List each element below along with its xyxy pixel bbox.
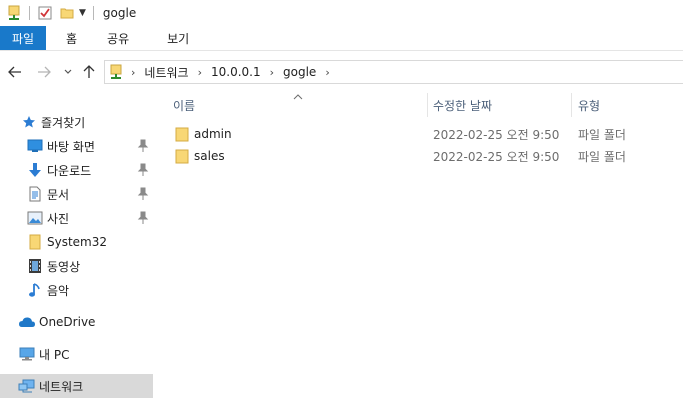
- tab-file[interactable]: 파일: [0, 26, 46, 50]
- customize-toolbar-icon[interactable]: ▼: [79, 8, 86, 18]
- music-icon: [26, 281, 44, 299]
- breadcrumb-chevron-icon[interactable]: ›: [198, 66, 202, 79]
- breadcrumb-network[interactable]: 네트워크: [144, 64, 188, 81]
- table-row[interactable]: admin 2022-02-25 오전 9:50 파일 폴더: [173, 123, 673, 145]
- navigation-row: › 네트워크 › 10.0.0.1 › gogle ›: [0, 51, 683, 93]
- folder-icon: [175, 123, 189, 145]
- download-icon: [26, 161, 44, 179]
- nav-label: 사진: [47, 211, 70, 226]
- tab-share[interactable]: 공유: [91, 26, 143, 50]
- column-divider[interactable]: [571, 93, 572, 117]
- table-row[interactable]: sales 2022-02-25 오전 9:50 파일 폴더: [173, 145, 673, 167]
- nav-label: 내 PC: [39, 347, 70, 362]
- nav-item-this-pc[interactable]: 내 PC: [18, 342, 153, 366]
- pin-icon[interactable]: [137, 187, 149, 201]
- nav-label: 즐겨찾기: [41, 115, 86, 130]
- title-bar: ▼ gogle: [0, 0, 683, 26]
- tab-home[interactable]: 홈: [46, 26, 91, 50]
- desktop-icon: [26, 137, 44, 155]
- tab-view[interactable]: 보기: [143, 26, 203, 50]
- title-separator: [29, 6, 30, 20]
- nav-item-pictures[interactable]: 사진: [26, 206, 153, 230]
- nav-label: 문서: [47, 187, 70, 202]
- network-icon: [18, 377, 36, 395]
- nav-item-videos[interactable]: 동영상: [26, 254, 153, 278]
- title-separator: [92, 6, 94, 20]
- column-header-name[interactable]: 이름: [173, 93, 423, 117]
- properties-icon[interactable]: [6, 4, 22, 22]
- nav-label: OneDrive: [39, 315, 96, 329]
- recent-locations-chevron-icon[interactable]: [58, 61, 78, 83]
- breadcrumb-chevron-icon[interactable]: ›: [131, 66, 135, 79]
- nav-item-music[interactable]: 음악: [26, 278, 153, 302]
- navigation-pane: 즐겨찾기 바탕 화면 다운로드 문서 사진 System32 동영상 음악 On…: [0, 93, 153, 402]
- breadcrumb-chevron-icon[interactable]: ›: [325, 66, 329, 79]
- nav-quick-access[interactable]: 즐겨찾기: [20, 110, 153, 134]
- file-date: 2022-02-25 오전 9:50: [433, 127, 560, 142]
- cloud-icon: [18, 313, 36, 331]
- nav-label: 바탕 화면: [47, 139, 95, 154]
- file-type: 파일 폴더: [578, 127, 626, 142]
- document-icon: [26, 185, 44, 203]
- breadcrumb-host[interactable]: 10.0.0.1: [211, 65, 261, 79]
- computer-icon: [18, 345, 36, 363]
- forward-arrow-icon[interactable]: [34, 61, 54, 83]
- nav-label: System32: [47, 235, 108, 249]
- nav-item-network[interactable]: 네트워크: [0, 374, 153, 398]
- column-header-date[interactable]: 수정한 날짜: [433, 93, 568, 117]
- nav-label: 동영상: [47, 259, 81, 274]
- nav-item-onedrive[interactable]: OneDrive: [18, 310, 153, 334]
- nav-item-system32[interactable]: System32: [26, 230, 153, 254]
- nav-label: 다운로드: [47, 163, 92, 178]
- nav-item-documents[interactable]: 문서: [26, 182, 153, 206]
- breadcrumb-chevron-icon[interactable]: ›: [270, 66, 274, 79]
- pictures-icon: [26, 209, 44, 227]
- pin-icon[interactable]: [137, 211, 149, 225]
- file-name[interactable]: admin: [194, 123, 232, 145]
- file-type: 파일 폴더: [578, 149, 626, 164]
- file-date: 2022-02-25 오전 9:50: [433, 149, 560, 164]
- pin-icon[interactable]: [137, 139, 149, 153]
- pin-icon[interactable]: [137, 163, 149, 177]
- breadcrumb-folder[interactable]: gogle: [283, 65, 316, 79]
- nav-label: 네트워크: [39, 379, 84, 394]
- star-icon: [20, 113, 38, 131]
- nav-label: 음악: [47, 283, 70, 298]
- video-icon: [26, 257, 44, 275]
- column-header-type[interactable]: 유형: [578, 93, 678, 117]
- ribbon-tabs: 파일 홈 공유 보기: [0, 26, 683, 51]
- folder-icon: [26, 233, 44, 251]
- folder-icon: [175, 145, 189, 167]
- file-list: 이름 수정한 날짜 유형 admin 2022-02-25 오전 9:50 파일…: [153, 93, 683, 402]
- network-location-icon: [109, 64, 123, 80]
- window-title: gogle: [102, 6, 137, 20]
- nav-item-desktop[interactable]: 바탕 화면: [26, 134, 153, 158]
- file-name[interactable]: sales: [194, 145, 225, 167]
- address-bar[interactable]: › 네트워크 › 10.0.0.1 › gogle ›: [104, 60, 683, 84]
- back-arrow-icon[interactable]: [5, 61, 25, 83]
- up-arrow-icon[interactable]: [79, 61, 99, 83]
- column-divider[interactable]: [427, 93, 428, 117]
- new-folder-icon[interactable]: [59, 4, 75, 22]
- nav-item-downloads[interactable]: 다운로드: [26, 158, 153, 182]
- checkmark-icon[interactable]: [37, 4, 53, 22]
